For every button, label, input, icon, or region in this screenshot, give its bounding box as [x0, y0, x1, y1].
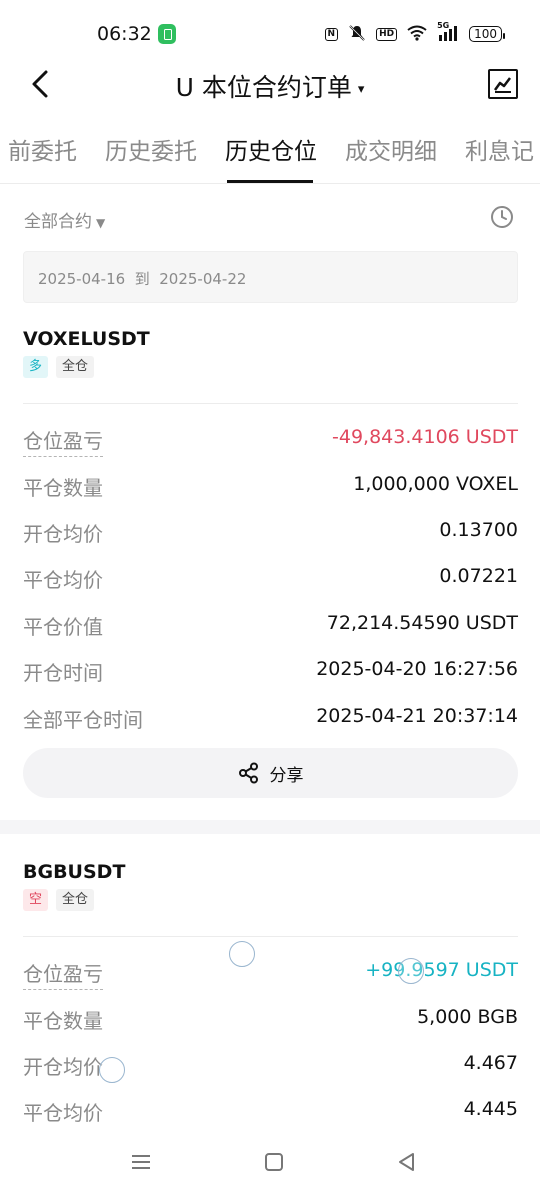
long-side-badge: 多	[23, 356, 49, 378]
chart-icon	[493, 77, 511, 93]
share-icon	[238, 762, 258, 784]
short-side-badge: 空	[23, 889, 49, 911]
divider	[23, 403, 518, 404]
date-range-text: 2025-04-16 到 2025-04-22	[38, 270, 247, 288]
share-button[interactable]: 分享	[23, 748, 518, 798]
close-quantity-value: 5,000 BGB	[417, 1006, 518, 1028]
margin-mode-badge: 全仓	[56, 356, 95, 378]
caret-down-icon: ▼	[96, 216, 106, 230]
back-triangle-icon[interactable]	[393, 1148, 421, 1176]
nfc-icon: N	[324, 27, 339, 41]
tab-bar: 前委托 历史委托 历史仓位 成交明细 利息记	[0, 132, 540, 184]
tab-trade-details[interactable]: 成交明细	[345, 132, 437, 166]
touch-indicator	[398, 958, 424, 984]
app-notification-icon	[158, 24, 176, 44]
close-time-value: 2025-04-21 20:37:14	[316, 705, 518, 727]
system-nav-bar	[0, 1130, 540, 1200]
close-avg-price-value: 0.07221	[439, 565, 518, 587]
contract-filter-dropdown[interactable]: 全部合约 ▼	[24, 207, 105, 232]
chart-button[interactable]	[488, 69, 518, 99]
signal-icon: 5G	[437, 20, 459, 45]
pnl-label[interactable]: 仓位盈亏	[23, 958, 103, 990]
nav-bar: U 本位合约订单 ▾	[0, 58, 540, 112]
wifi-icon	[407, 25, 427, 44]
position-symbol: BGBUSDT	[23, 861, 126, 883]
divider	[23, 936, 518, 937]
close-avg-price-label: 平仓均价	[23, 1101, 103, 1125]
tab-position-history[interactable]: 历史仓位	[225, 132, 317, 166]
section-separator	[0, 820, 540, 834]
tab-order-history[interactable]: 历史委托	[105, 132, 197, 166]
page-title-dropdown[interactable]: U 本位合约订单 ▾	[0, 68, 540, 104]
page-title: U 本位合约订单	[175, 73, 352, 102]
tab-current-orders[interactable]: 前委托	[8, 132, 77, 166]
touch-indicator	[229, 941, 255, 967]
date-range-picker[interactable]: 2025-04-16 到 2025-04-22	[23, 251, 518, 303]
divider	[0, 183, 540, 184]
caret-down-icon: ▾	[357, 81, 365, 97]
menu-icon[interactable]	[127, 1148, 155, 1176]
close-quantity-label: 平仓数量	[23, 1009, 103, 1033]
close-value-value: 72,214.54590 USDT	[326, 612, 518, 634]
pnl-value: +99.9597 USDT	[365, 959, 518, 981]
close-quantity-value: 1,000,000 VOXEL	[353, 473, 518, 495]
open-time-value: 2025-04-20 16:27:56	[316, 658, 518, 680]
open-time-label: 开仓时间	[23, 661, 103, 685]
pnl-label[interactable]: 仓位盈亏	[23, 425, 103, 457]
close-avg-price-label: 平仓均价	[23, 568, 103, 592]
close-quantity-label: 平仓数量	[23, 476, 103, 500]
open-avg-price-value: 0.13700	[439, 519, 518, 541]
home-icon[interactable]	[260, 1148, 288, 1176]
tab-interest-records[interactable]: 利息记	[465, 132, 534, 166]
close-avg-price-value: 4.445	[463, 1098, 518, 1120]
touch-indicator	[99, 1057, 125, 1083]
network-type-label: 5G	[437, 20, 450, 30]
open-avg-price-value: 4.467	[463, 1052, 518, 1074]
clock-icon[interactable]	[490, 205, 514, 229]
status-icons: N HD 5G 100	[324, 20, 505, 46]
close-value-label: 平仓价值	[23, 615, 103, 639]
battery-icon: 100	[469, 26, 505, 42]
share-label: 分享	[269, 765, 304, 786]
close-time-label: 全部平仓时间	[23, 708, 143, 732]
mute-bell-icon	[348, 24, 366, 45]
position-symbol: VOXELUSDT	[23, 328, 150, 350]
open-avg-price-label: 开仓均价	[23, 1055, 103, 1079]
margin-mode-badge: 全仓	[56, 889, 95, 911]
status-time: 06:32	[97, 23, 152, 45]
open-avg-price-label: 开仓均价	[23, 522, 103, 546]
contract-filter-label: 全部合约	[24, 212, 92, 232]
hd-icon: HD	[376, 27, 398, 41]
pnl-value: -49,843.4106 USDT	[332, 426, 518, 448]
